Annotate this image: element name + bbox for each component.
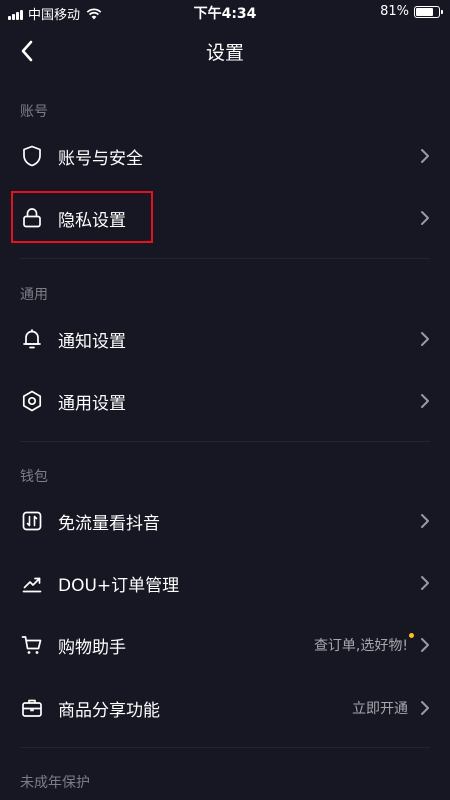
settings-item-extra: 查订单,选好物! (313, 638, 408, 654)
data-plan-icon (22, 511, 42, 531)
settings-item-notifications[interactable]: 通知设置 (0, 308, 450, 370)
settings-item-label: 商品分享功能 (58, 701, 160, 721)
settings-item-label: 账号与安全 (58, 149, 143, 169)
section-divider (20, 258, 430, 259)
chevron-right-icon (421, 394, 429, 408)
chevron-right-icon (421, 638, 429, 652)
settings-item-account-security[interactable]: 账号与安全 (0, 125, 450, 187)
section-header-general: 通用 (20, 287, 48, 303)
settings-item-label: 隐私设置 (58, 211, 126, 231)
settings-item-label: 通用设置 (58, 394, 126, 414)
page-title: 设置 (205, 42, 244, 64)
chevron-right-icon (421, 211, 429, 225)
chevron-right-icon (421, 332, 429, 346)
settings-item-label: 通知设置 (58, 332, 126, 352)
chevron-right-icon (421, 514, 429, 528)
battery-percent: 81% (380, 4, 409, 19)
trend-icon (22, 577, 42, 593)
settings-item-label: DOU+订单管理 (58, 576, 180, 596)
status-right: 81% (380, 4, 443, 19)
badge-dot (409, 633, 414, 638)
settings-item-shopping-assistant[interactable]: 购物助手 查订单,选好物! (0, 614, 450, 676)
battery-icon (414, 5, 443, 18)
battery-fill (416, 7, 434, 16)
settings-item-privacy[interactable]: 隐私设置 (0, 187, 450, 249)
lock-icon (23, 208, 41, 228)
section-header-minor-protection: 未成年保护 (20, 775, 90, 791)
status-bar: 中国移动 下午4:34 81% (0, 0, 450, 24)
cart-icon (21, 636, 42, 654)
settings-item-label: 免流量看抖音 (58, 514, 160, 534)
settings-item-product-sharing[interactable]: 商品分享功能 立即开通 (0, 677, 450, 739)
chevron-right-icon (421, 149, 429, 163)
settings-item-general[interactable]: 通用设置 (0, 370, 450, 432)
settings-item-free-data[interactable]: 免流量看抖音 (0, 490, 450, 552)
bell-icon (23, 329, 41, 349)
chevron-right-icon (421, 576, 429, 590)
shield-icon (23, 145, 41, 167)
settings-item-extra: 立即开通 (352, 701, 408, 717)
section-divider (20, 441, 430, 442)
settings-item-label: 购物助手 (58, 638, 126, 658)
section-header-account: 账号 (20, 104, 48, 120)
section-header-wallet: 钱包 (20, 469, 48, 485)
chevron-right-icon (421, 701, 429, 715)
section-divider (20, 747, 430, 748)
nav-bar: 设置 (0, 24, 450, 78)
briefcase-icon (22, 699, 42, 717)
settings-item-dou-orders[interactable]: DOU+订单管理 (0, 552, 450, 614)
gear-icon (22, 390, 42, 412)
